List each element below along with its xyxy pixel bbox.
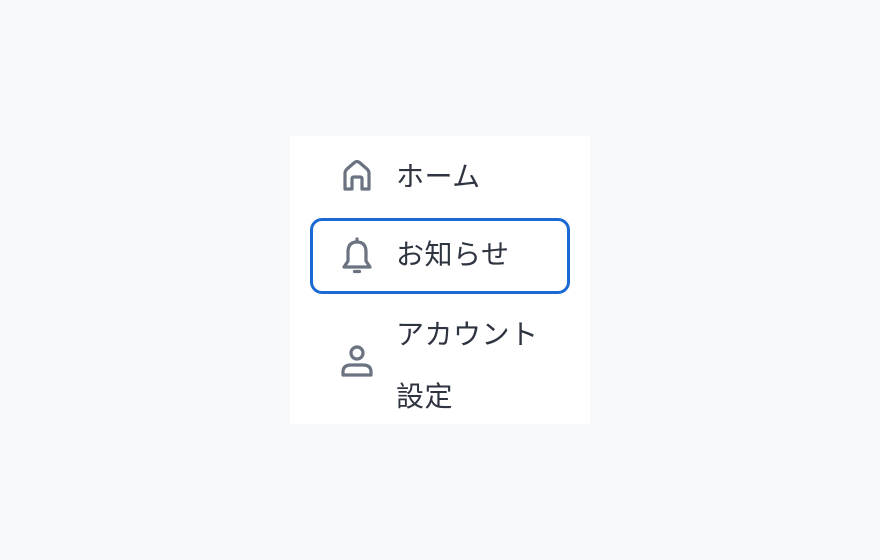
menu-item-label: お知らせ xyxy=(396,238,510,271)
user-icon xyxy=(337,341,377,381)
menu-item-label: ホーム xyxy=(396,160,481,193)
home-icon xyxy=(337,156,377,196)
bell-icon xyxy=(337,236,377,276)
side-menu: ホーム お知らせ アカウント設定 xyxy=(290,136,590,424)
menu-item-account-settings[interactable]: アカウント設定 xyxy=(310,301,570,419)
menu-item-home[interactable]: ホーム xyxy=(310,141,570,211)
menu-item-notifications[interactable]: お知らせ xyxy=(310,218,570,294)
menu-item-label: アカウント設定 xyxy=(396,318,539,413)
